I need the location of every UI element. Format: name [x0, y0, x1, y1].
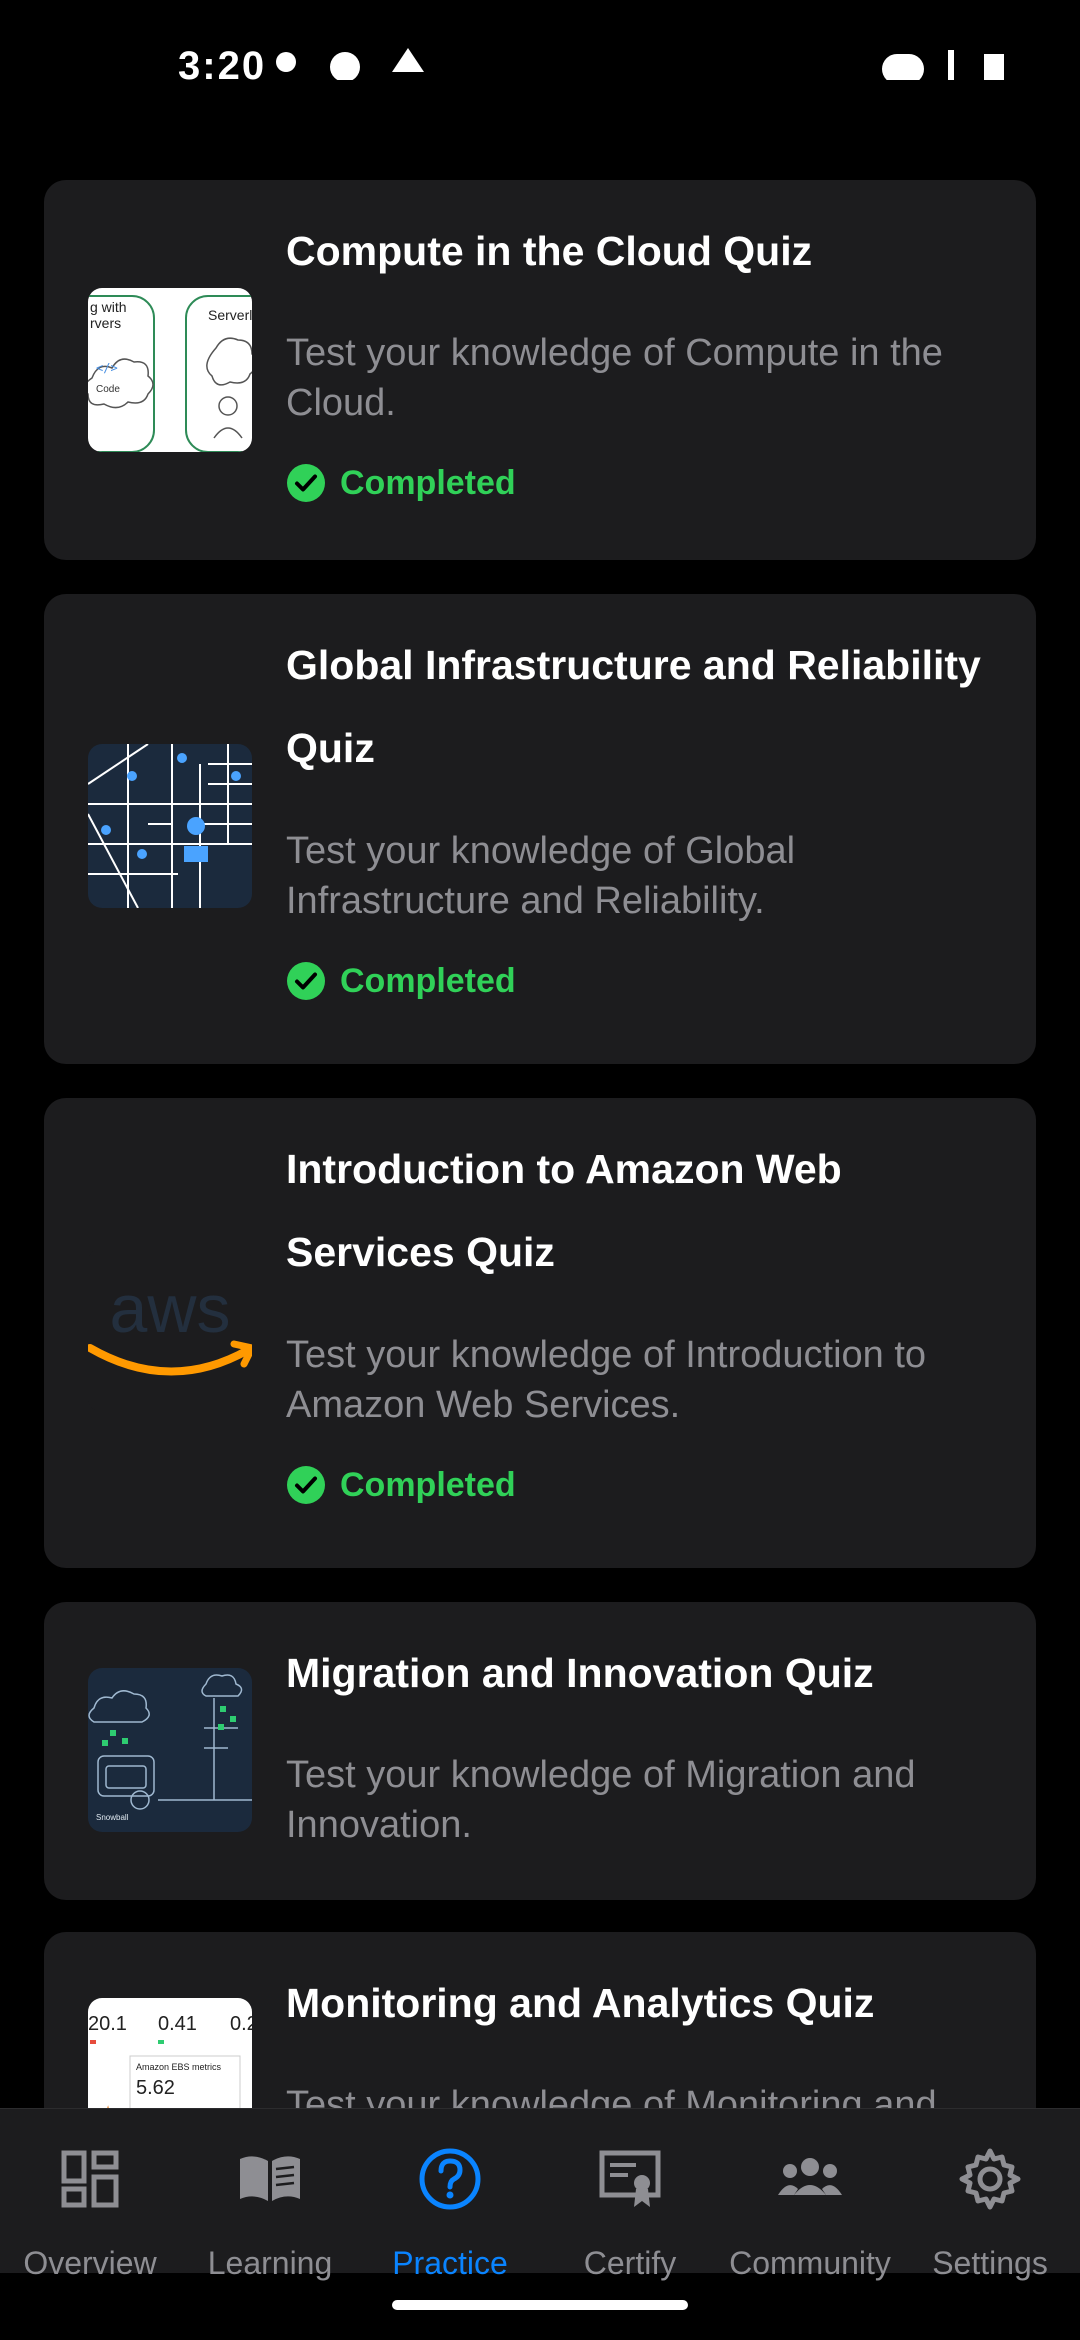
question-icon	[419, 2148, 481, 2210]
quiz-list[interactable]: g with rvers Serverles </> Code Compute …	[44, 180, 1036, 2108]
nav-item-community[interactable]: Community	[720, 2109, 900, 2281]
svg-text:g with: g with	[90, 299, 127, 315]
quiz-title: Migration and Innovation Quiz	[286, 1650, 874, 1696]
nav-item-practice[interactable]: Practice	[360, 2109, 540, 2281]
status-label: Completed	[340, 1465, 516, 1504]
settings-notification-icon	[330, 52, 360, 80]
quiz-description: Test your knowledge of Global Infrastruc…	[286, 830, 796, 922]
svg-text:Serverles: Serverles	[208, 307, 252, 323]
status-label: Completed	[340, 463, 516, 502]
quiz-card-intro-aws[interactable]: aws Introduction to Amazon Web Services …	[44, 1098, 1036, 1568]
aws-logo: aws	[88, 1271, 252, 1376]
compute-illustration: g with rvers Serverles </> Code	[88, 295, 252, 452]
nav-item-learning[interactable]: Learning	[180, 2109, 360, 2281]
quiz-description: Test your knowledge of Compute in the Cl…	[286, 332, 943, 424]
quiz-card-migration[interactable]: Snowball Migration and Innovation Quiz T…	[44, 1602, 1036, 1900]
check-circle-icon	[287, 962, 325, 1000]
nav-label: Community	[729, 2245, 891, 2281]
quiz-status: Completed	[286, 458, 516, 508]
quiz-thumbnail: g with rvers Serverles </> Code	[88, 288, 252, 452]
nav-label: Settings	[932, 2245, 1048, 2281]
notification-dot-icon	[276, 52, 296, 72]
bottom-nav: Overview Learning Practice Certify Commu…	[0, 2108, 1080, 2281]
gear-icon	[959, 2148, 1021, 2210]
nav-item-settings[interactable]: Settings	[900, 2109, 1080, 2281]
quiz-title: Introduction to Amazon Web Services Quiz	[286, 1146, 842, 1275]
map-illustration	[88, 744, 252, 908]
svg-text:Snowball: Snowball	[96, 1813, 129, 1822]
screen: 3:20 g with rvers Serverles </> Code	[0, 0, 1080, 2340]
nav-label: Certify	[583, 2245, 677, 2281]
quiz-status: Completed	[286, 1460, 516, 1510]
svg-text:20.1: 20.1	[88, 2013, 127, 2035]
quiz-thumbnail: aws	[88, 1248, 252, 1412]
status-time: 3:20	[178, 44, 267, 80]
battery-icon	[984, 54, 1004, 80]
nav-label: Practice	[392, 2245, 508, 2281]
svg-text:</>: </>	[96, 361, 118, 375]
book-icon	[240, 2156, 300, 2201]
status-bar: 3:20	[0, 0, 1080, 80]
home-indicator[interactable]	[392, 2300, 688, 2310]
quiz-title: Monitoring and Analytics Quiz	[286, 1980, 875, 2026]
quiz-card-global-infrastructure[interactable]: Global Infrastructure and Reliability Qu…	[44, 594, 1036, 1064]
wifi-icon	[882, 54, 924, 80]
nav-label: Overview	[23, 2245, 157, 2281]
overview-icon	[61, 2150, 119, 2208]
quiz-card-monitoring[interactable]: 20.1 0.41 0.2 Amazon EBS metrics 5.62 Mo…	[44, 1932, 1036, 2108]
quiz-thumbnail: 20.1 0.41 0.2 Amazon EBS metrics 5.62	[88, 1998, 252, 2108]
quiz-description: Test your knowledge of Monitoring and An…	[286, 2084, 937, 2108]
quiz-title: Global Infrastructure and Reliability Qu…	[286, 642, 981, 771]
signal-icon	[948, 50, 954, 80]
network-icon	[392, 48, 424, 72]
check-circle-icon	[287, 464, 325, 502]
nav-item-overview[interactable]: Overview	[0, 2109, 180, 2281]
quiz-description: Test your knowledge of Migration and Inn…	[286, 1754, 916, 1846]
svg-text:0.41: 0.41	[158, 2013, 197, 2035]
svg-text:Amazon EBS metrics: Amazon EBS metrics	[136, 2062, 222, 2072]
people-icon	[778, 2158, 842, 2195]
svg-text:0.2: 0.2	[230, 2013, 252, 2035]
svg-text:5.62: 5.62	[136, 2077, 175, 2099]
quiz-card-compute[interactable]: g with rvers Serverles </> Code Compute …	[44, 180, 1036, 560]
quiz-description: Test your knowledge of Introduction to A…	[286, 1334, 927, 1426]
quiz-title: Compute in the Cloud Quiz	[286, 228, 813, 274]
quiz-thumbnail: Snowball	[88, 1668, 252, 1832]
certificate-icon	[599, 2150, 661, 2207]
svg-text:aws: aws	[110, 1271, 231, 1347]
nav-label: Learning	[207, 2245, 333, 2281]
check-circle-icon	[287, 1466, 325, 1504]
migration-illustration: Snowball	[88, 1674, 252, 1822]
quiz-status: Completed	[286, 956, 516, 1006]
status-label: Completed	[340, 961, 516, 1000]
quiz-thumbnail	[88, 744, 252, 908]
metrics-illustration: 20.1 0.41 0.2 Amazon EBS metrics 5.62	[88, 2013, 252, 2108]
nav-item-certify[interactable]: Certify	[540, 2109, 720, 2281]
svg-text:rvers: rvers	[90, 315, 121, 331]
svg-text:Code: Code	[96, 384, 120, 395]
